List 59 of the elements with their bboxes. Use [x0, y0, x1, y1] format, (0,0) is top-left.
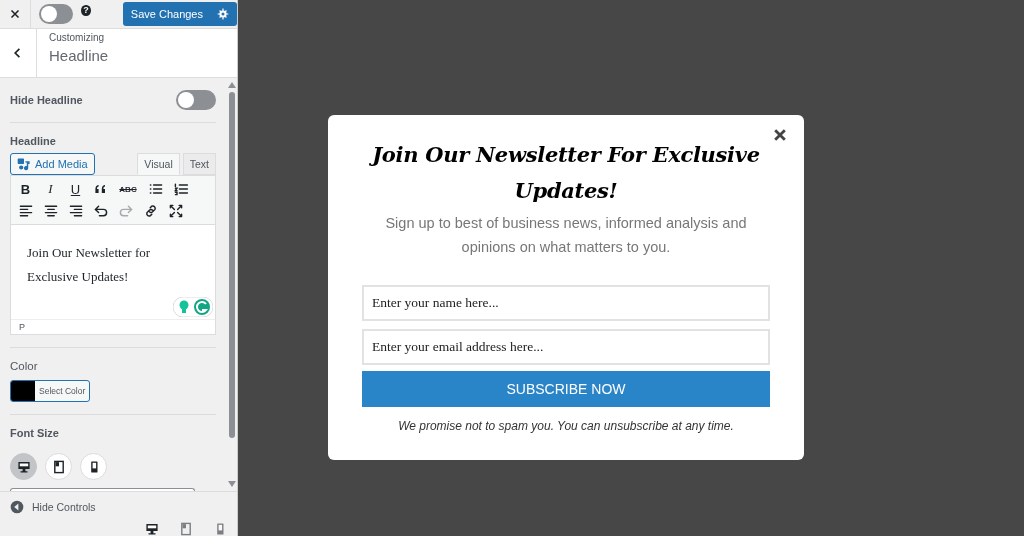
scrollbar-thumb[interactable] — [228, 92, 235, 438]
headline-text[interactable]: Join Our Newsletter for Exclusive Updates! — [27, 241, 177, 289]
undo-icon — [92, 203, 109, 219]
numbered-list-icon — [172, 181, 189, 197]
save-changes-button[interactable]: Save Changes — [122, 2, 237, 26]
close-button[interactable] — [772, 127, 788, 143]
popup-subtitle: Sign up to best of business news, informed analysis and opinions on what matters to you. — [384, 214, 748, 257]
collapse-icon — [10, 500, 24, 514]
tablet-icon — [179, 522, 193, 536]
editor-tab[interactable]: Visual — [137, 153, 180, 175]
desktop-icon — [145, 522, 159, 536]
scroll-up-icon[interactable] — [227, 82, 236, 88]
underline-button[interactable]: U — [67, 180, 84, 198]
settings-icon — [217, 8, 229, 20]
element-path: P — [19, 322, 25, 332]
add-media-button[interactable]: Add Media — [10, 153, 95, 175]
privacy-note: We promise not to spam you. You can unsubscribe at any time. — [398, 419, 734, 433]
redo-icon — [117, 203, 134, 219]
fullscreen-button[interactable] — [167, 202, 184, 220]
scroll-down-icon[interactable] — [227, 481, 236, 487]
font-size-label: Font Size — [10, 427, 60, 439]
align-right-icon — [67, 203, 84, 219]
desktop-size-button[interactable] — [10, 453, 37, 480]
grammar-assistant-icon — [173, 297, 213, 317]
bold-button[interactable]: B — [17, 180, 34, 198]
popup-title: Join Our Newsletter For Exclusive Updates! — [356, 137, 776, 209]
headline-label: Headline — [10, 135, 57, 147]
input-field[interactable]: Enter your name here... — [362, 285, 770, 321]
close-icon — [772, 127, 788, 143]
tablet-preview-button[interactable] — [179, 522, 193, 536]
align-center-icon — [42, 203, 59, 219]
hide-headline-toggle[interactable] — [176, 90, 216, 110]
close-icon — [8, 7, 22, 21]
hide-controls-button[interactable]: Hide Controls — [10, 500, 96, 514]
subscribe-button[interactable]: SUBSCRIBE NOW — [362, 371, 770, 407]
preview-toggle[interactable] — [39, 4, 74, 24]
mobile-size-button[interactable] — [80, 453, 107, 480]
media-icon — [17, 157, 31, 171]
bulleted-list-icon — [147, 181, 164, 197]
undo-button[interactable] — [92, 202, 109, 220]
input-field[interactable]: Enter your email address here... — [362, 329, 770, 365]
hide-headline-label: Hide Headline — [10, 94, 83, 106]
fullscreen-icon — [167, 203, 184, 219]
desktop-icon — [16, 459, 31, 474]
breadcrumb: Customizing — [49, 32, 106, 43]
strike-button[interactable]: ABC — [117, 180, 139, 198]
select-color-button[interactable]: Select Color — [10, 380, 90, 402]
editor-tab[interactable]: Text — [182, 153, 216, 175]
align-left-button[interactable] — [17, 202, 34, 220]
desktop-preview-button[interactable] — [145, 522, 159, 536]
tablet-icon — [51, 459, 66, 474]
align-left-icon — [17, 203, 34, 219]
panel-title: Headline — [49, 47, 109, 64]
tablet-size-button[interactable] — [45, 453, 72, 480]
color-label: Color — [10, 360, 39, 372]
align-right-button[interactable] — [67, 202, 84, 220]
align-center-button[interactable] — [42, 202, 59, 220]
help-icon[interactable]: ? — [81, 4, 91, 16]
italic-button[interactable]: I — [42, 180, 59, 198]
